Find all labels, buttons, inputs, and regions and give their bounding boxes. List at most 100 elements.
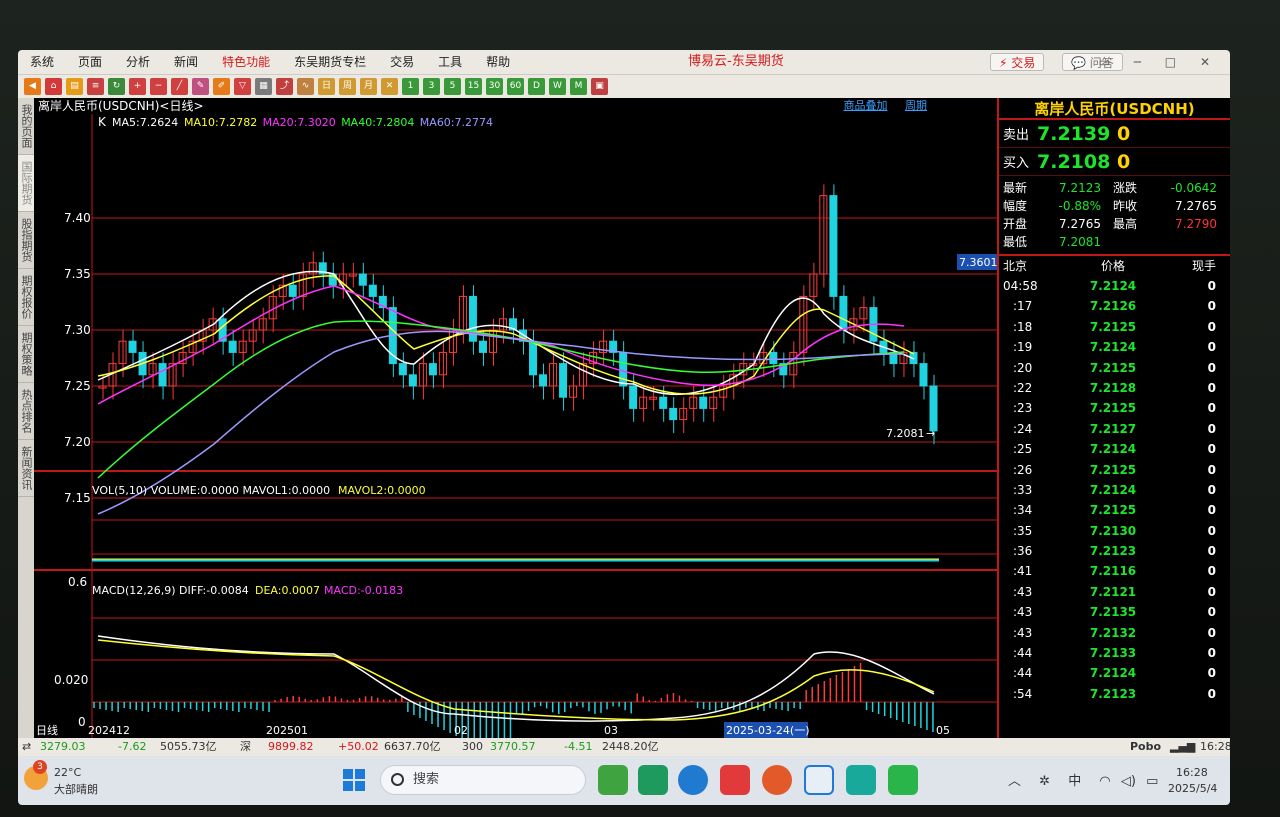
tick-row[interactable]: :43 7.2132 0: [999, 623, 1230, 643]
sidenav-news[interactable]: 新闻资讯: [18, 440, 34, 497]
tick-row[interactable]: :22 7.2128 0: [999, 378, 1230, 398]
tick-row[interactable]: :54 7.2123 0: [999, 684, 1230, 704]
day-period-icon[interactable]: 日: [318, 78, 335, 95]
overlay-link[interactable]: 商品叠加: [844, 99, 888, 112]
candle-body-82: [919, 363, 928, 387]
tick-row[interactable]: :23 7.2125 0: [999, 398, 1230, 418]
period-day-icon[interactable]: D: [528, 78, 545, 95]
grid-icon[interactable]: ▦: [255, 78, 272, 95]
menu-analysis[interactable]: 分析: [114, 50, 162, 74]
sidenav-options-strategy[interactable]: 期权策略: [18, 326, 34, 383]
filter-icon[interactable]: ▽: [234, 78, 251, 95]
screen: 系统 页面 分析 新闻 特色功能 东吴期货专栏 交易 工具 帮助 博易云-东吴期…: [18, 50, 1230, 805]
tick-row[interactable]: :43 7.2135 0: [999, 602, 1230, 622]
tick-row[interactable]: :24 7.2127 0: [999, 419, 1230, 439]
tick-row[interactable]: :34 7.2125 0: [999, 500, 1230, 520]
zoom-in-icon[interactable]: +: [129, 78, 146, 95]
app-teal-icon[interactable]: [846, 765, 876, 795]
tick-price: 7.2130: [1089, 523, 1137, 538]
draw-line-icon[interactable]: ╱: [171, 78, 188, 95]
sidenav-options-quote[interactable]: 期权报价: [18, 269, 34, 326]
wechat-icon[interactable]: [888, 765, 918, 795]
weather-description[interactable]: 大部晴朗: [54, 781, 98, 797]
tick-row[interactable]: :36 7.2123 0: [999, 541, 1230, 561]
tick-row[interactable]: :43 7.2121 0: [999, 582, 1230, 602]
clock-date[interactable]: 2025/5/4: [1168, 782, 1217, 795]
sidenav-intl-futures[interactable]: 国际期货: [18, 155, 34, 212]
app-e-icon[interactable]: [598, 765, 628, 795]
tick-price: 7.2124: [1089, 442, 1137, 457]
weather-temperature[interactable]: 22°C: [54, 766, 81, 779]
wifi-icon[interactable]: ◠: [1099, 774, 1110, 789]
tick-row[interactable]: :41 7.2116 0: [999, 561, 1230, 581]
edge-browser-icon[interactable]: [678, 765, 708, 795]
folder-icon[interactable]: ▤: [66, 78, 83, 95]
tick-volume: 0: [1207, 482, 1216, 497]
brush-icon[interactable]: ✐: [213, 78, 230, 95]
menu-page[interactable]: 页面: [66, 50, 114, 74]
tray-expand-icon[interactable]: ︿: [1008, 774, 1021, 789]
menu-news[interactable]: 新闻: [162, 50, 210, 74]
week-period-icon[interactable]: 周: [339, 78, 356, 95]
indicator-icon[interactable]: ∿: [297, 78, 314, 95]
period-60-icon[interactable]: 60: [507, 78, 524, 95]
ime-indicator[interactable]: 中: [1068, 774, 1081, 789]
tick-row[interactable]: :20 7.2125 0: [999, 358, 1230, 378]
calendar-icon[interactable]: ▣: [591, 78, 608, 95]
back-icon[interactable]: ◀: [24, 78, 41, 95]
tick-row[interactable]: 04:58 7.2124 0: [999, 276, 1230, 296]
list-icon[interactable]: ≡: [87, 78, 104, 95]
tray-app-icon[interactable]: ✲: [1039, 774, 1050, 789]
period-5-icon[interactable]: 5: [444, 78, 461, 95]
tick-row[interactable]: :33 7.2124 0: [999, 480, 1230, 500]
menu-tools[interactable]: 工具: [426, 50, 474, 74]
tick-row[interactable]: :35 7.2130 0: [999, 521, 1230, 541]
wps-icon[interactable]: [720, 765, 750, 795]
tick-row[interactable]: :25 7.2124 0: [999, 439, 1230, 459]
sell-price[interactable]: 7.2139: [1037, 123, 1117, 145]
period-week-icon[interactable]: W: [549, 78, 566, 95]
zoom-out-icon[interactable]: −: [150, 78, 167, 95]
period-1-icon[interactable]: 1: [402, 78, 419, 95]
tick-row[interactable]: :44 7.2124 0: [999, 663, 1230, 683]
trade-button[interactable]: ⚡ 交易: [990, 53, 1045, 71]
tick-row[interactable]: :44 7.2133 0: [999, 643, 1230, 663]
system-tray[interactable]: ︿ ✲ 中 ◠ ◁) ▭: [1008, 770, 1158, 789]
sidenav-index-futures[interactable]: 股指期货: [18, 212, 34, 269]
window-controls[interactable]: ▭ ─ □ ✕: [1099, 50, 1220, 74]
menu-help[interactable]: 帮助: [474, 50, 522, 74]
tick-row[interactable]: :18 7.2125 0: [999, 317, 1230, 337]
buy-price[interactable]: 7.2108: [1037, 151, 1117, 173]
taskbar-search[interactable]: 搜索: [380, 765, 586, 795]
tick-row[interactable]: :19 7.2124 0: [999, 337, 1230, 357]
month-period-icon[interactable]: 月: [360, 78, 377, 95]
tick-price: 7.2121: [1089, 584, 1137, 599]
kline-chart[interactable]: 日线 202412 202501 02 03 05 2025-03-24(一) K MA5:…: [34, 114, 997, 738]
battery-icon[interactable]: ▭: [1146, 774, 1158, 789]
cross-icon[interactable]: ✕: [381, 78, 398, 95]
sidenav-my-page[interactable]: 我的页面: [18, 98, 34, 155]
app-store-icon[interactable]: [638, 765, 668, 795]
windows-start-icon[interactable]: [342, 768, 366, 792]
refresh-icon[interactable]: ↻: [108, 78, 125, 95]
period-15-icon[interactable]: 15: [465, 78, 482, 95]
tick-row[interactable]: :26 7.2125 0: [999, 460, 1230, 480]
menu-trade[interactable]: 交易: [378, 50, 426, 74]
menu-system[interactable]: 系统: [18, 50, 66, 74]
app-red-icon[interactable]: [762, 765, 792, 795]
period-30-icon[interactable]: 30: [486, 78, 503, 95]
period-link[interactable]: 周期: [905, 99, 927, 112]
period-3-icon[interactable]: 3: [423, 78, 440, 95]
buy-label: 买入: [1003, 156, 1030, 171]
home-icon[interactable]: ⌂: [45, 78, 62, 95]
pen-icon[interactable]: ✎: [192, 78, 209, 95]
clock-time[interactable]: 16:28: [1176, 766, 1208, 779]
menu-column[interactable]: 东吴期货专栏: [282, 50, 378, 74]
menu-features[interactable]: 特色功能: [210, 50, 282, 74]
period-month-icon[interactable]: M: [570, 78, 587, 95]
tick-row[interactable]: :17 7.2126 0: [999, 296, 1230, 316]
trading-app-icon[interactable]: [804, 765, 834, 795]
sidenav-hot-rank[interactable]: 热点排名: [18, 383, 34, 440]
volume-icon[interactable]: ◁): [1121, 774, 1136, 789]
chart-icon[interactable]: ⤴: [276, 78, 293, 95]
